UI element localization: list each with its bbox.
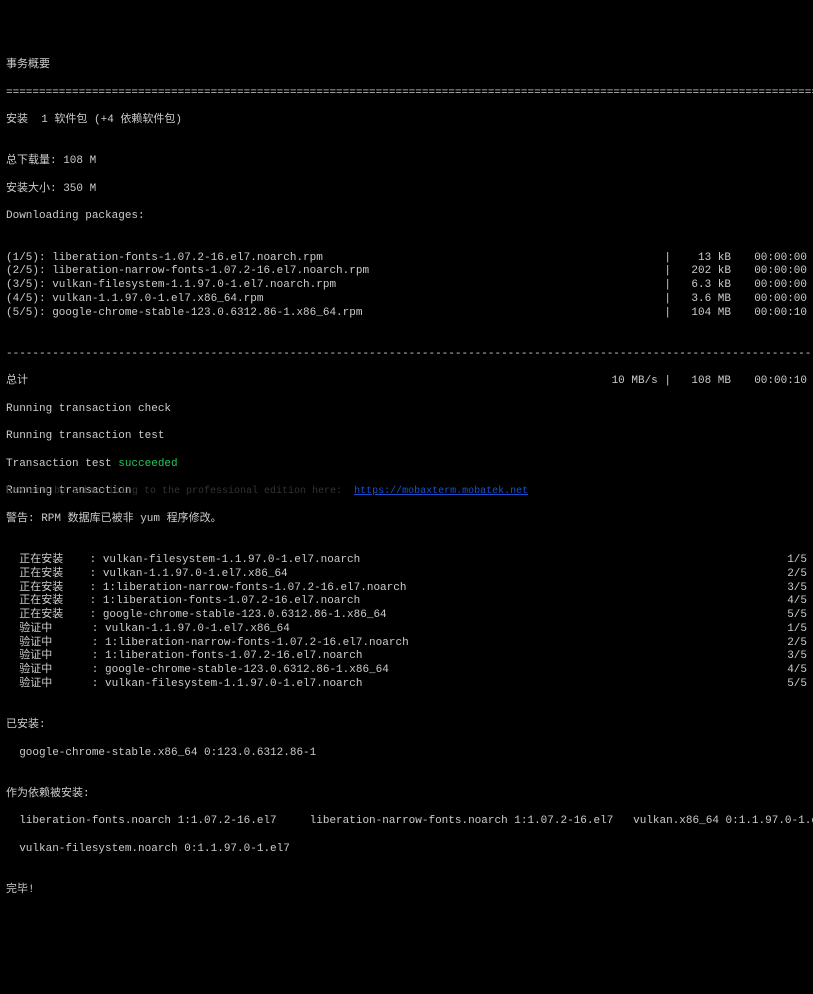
download-row: (2/5): liberation-narrow-fonts-1.07.2-16… (6, 265, 807, 279)
install-size: 安装大小: 350 M (6, 183, 807, 197)
trans-test-result: Transaction test succeeded (6, 458, 807, 472)
download-name: (4/5): vulkan-1.1.97.0-1.el7.x86_64.rpm (6, 293, 263, 307)
total-size: 108 MB (671, 375, 731, 389)
installed-label: 已安装: (6, 719, 807, 733)
promo-link[interactable]: https://mobaxterm.mobatek.net (354, 486, 528, 497)
trans-test: Running transaction test (6, 430, 807, 444)
download-time: 00:00:00 (737, 265, 807, 279)
step-phase: 正在安装 : (6, 609, 103, 623)
download-time: 00:00:00 (737, 252, 807, 266)
total-rate: 10 MB/s (612, 375, 658, 387)
step-row: 正在安装 : 1:liberation-fonts-1.07.2-16.el7.… (6, 595, 807, 609)
trans-check: Running transaction check (6, 403, 807, 417)
download-size: 3.6 MB (671, 293, 731, 307)
download-time: 00:00:10 (737, 307, 807, 321)
step-count: 5/5 (777, 678, 807, 692)
step-row: 正在安装 : vulkan-filesystem-1.1.97.0-1.el7.… (6, 554, 807, 568)
step-phase: 验证中 : (6, 678, 105, 692)
download-total-row: 总计 10 MB/s |108 MB00:00:10 (6, 375, 807, 389)
step-phase: 正在安装 : (6, 582, 103, 596)
step-row: 正在安装 : 1:liberation-narrow-fonts-1.07.2-… (6, 582, 807, 596)
step-count: 4/5 (777, 595, 807, 609)
step-phase: 验证中 : (6, 623, 105, 637)
step-count: 1/5 (777, 554, 807, 568)
step-row: 验证中 : 1:liberation-narrow-fonts-1.07.2-1… (6, 637, 807, 651)
step-count: 1/5 (777, 623, 807, 637)
step-row: 验证中 : vulkan-filesystem-1.1.97.0-1.el7.n… (6, 678, 807, 692)
step-count: 2/5 (777, 637, 807, 651)
step-count: 2/5 (777, 568, 807, 582)
step-pkg: vulkan-filesystem-1.1.97.0-1.el7.noarch (103, 554, 360, 568)
step-phase: 验证中 : (6, 650, 105, 664)
succeeded-text: succeeded (118, 458, 177, 470)
transaction-title: 事务概要 (6, 59, 807, 73)
step-pkg: 1:liberation-fonts-1.07.2-16.el7.noarch (103, 595, 360, 609)
step-phase: 正在安装 : (6, 595, 103, 609)
step-pkg: google-chrome-stable-123.0.6312.86-1.x86… (105, 664, 389, 678)
deps-line1: liberation-fonts.noarch 1:1.07.2-16.el7 … (6, 815, 807, 829)
step-pkg: 1:liberation-narrow-fonts-1.07.2-16.el7.… (105, 637, 409, 651)
step-pkg: vulkan-1.1.97.0-1.el7.x86_64 (103, 568, 288, 582)
install-steps: 正在安装 : vulkan-filesystem-1.1.97.0-1.el7.… (6, 554, 807, 692)
download-list: (1/5): liberation-fonts-1.07.2-16.el7.no… (6, 252, 807, 321)
download-name: (1/5): liberation-fonts-1.07.2-16.el7.no… (6, 252, 323, 266)
step-phase: 验证中 : (6, 664, 105, 678)
download-name: (3/5): vulkan-filesystem-1.1.97.0-1.el7.… (6, 279, 336, 293)
total-label: 总计 (6, 375, 28, 389)
download-size: 6.3 kB (671, 279, 731, 293)
divider-dash: ----------------------------------------… (6, 348, 807, 362)
step-row: 验证中 : vulkan-1.1.97.0-1.el7.x86_64 1/5 (6, 623, 807, 637)
install-summary: 安装 1 软件包 (+4 依赖软件包) (6, 114, 807, 128)
step-count: 3/5 (777, 650, 807, 664)
step-pkg: google-chrome-stable-123.0.6312.86-1.x86… (103, 609, 387, 623)
download-total: 总下载量: 108 M (6, 155, 807, 169)
step-count: 5/5 (777, 609, 807, 623)
step-phase: 验证中 : (6, 637, 105, 651)
trans-warn: 警告: RPM 数据库已被非 yum 程序修改。 (6, 513, 807, 527)
step-phase: 正在安装 : (6, 568, 103, 582)
done-label: 完毕! (6, 884, 807, 898)
footer-promo: baXterm by subscribing to the profession… (6, 486, 528, 499)
step-count: 3/5 (777, 582, 807, 596)
divider-equal: ========================================… (6, 87, 807, 101)
download-row: (1/5): liberation-fonts-1.07.2-16.el7.no… (6, 252, 807, 266)
step-row: 正在安装 : vulkan-1.1.97.0-1.el7.x86_64 2/5 (6, 568, 807, 582)
installed-items: google-chrome-stable.x86_64 0:123.0.6312… (6, 747, 807, 761)
download-row: (5/5): google-chrome-stable-123.0.6312.8… (6, 307, 807, 321)
step-pkg: vulkan-1.1.97.0-1.el7.x86_64 (105, 623, 290, 637)
download-time: 00:00:00 (737, 279, 807, 293)
download-name: (2/5): liberation-narrow-fonts-1.07.2-16… (6, 265, 369, 279)
step-row: 验证中 : 1:liberation-fonts-1.07.2-16.el7.n… (6, 650, 807, 664)
step-pkg: 1:liberation-fonts-1.07.2-16.el7.noarch (105, 650, 362, 664)
download-size: 202 kB (671, 265, 731, 279)
step-pkg: vulkan-filesystem-1.1.97.0-1.el7.noarch (105, 678, 362, 692)
download-size: 13 kB (671, 252, 731, 266)
step-row: 验证中 : google-chrome-stable-123.0.6312.86… (6, 664, 807, 678)
download-row: (4/5): vulkan-1.1.97.0-1.el7.x86_64.rpm|… (6, 293, 807, 307)
step-phase: 正在安装 : (6, 554, 103, 568)
step-count: 4/5 (777, 664, 807, 678)
download-time: 00:00:00 (737, 293, 807, 307)
download-size: 104 MB (671, 307, 731, 321)
step-pkg: 1:liberation-narrow-fonts-1.07.2-16.el7.… (103, 582, 407, 596)
deps-line2: vulkan-filesystem.noarch 0:1.1.97.0-1.el… (6, 843, 807, 857)
total-time: 00:00:10 (737, 375, 807, 389)
step-row: 正在安装 : google-chrome-stable-123.0.6312.8… (6, 609, 807, 623)
deps-label: 作为依赖被安装: (6, 788, 807, 802)
download-row: (3/5): vulkan-filesystem-1.1.97.0-1.el7.… (6, 279, 807, 293)
downloading-packages: Downloading packages: (6, 210, 807, 224)
download-name: (5/5): google-chrome-stable-123.0.6312.8… (6, 307, 362, 321)
